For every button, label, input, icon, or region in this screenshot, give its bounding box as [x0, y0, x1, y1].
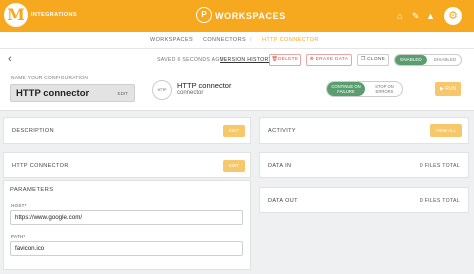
- delete-button[interactable]: 🗑DELETE: [269, 54, 301, 66]
- host-field[interactable]: https://www.google.com/: [10, 210, 243, 225]
- breadcrumb-separator: /: [191, 37, 193, 43]
- breadcrumb: WORKSPACES / CONNECTORS / HTTP CONNECTOR: [0, 32, 474, 49]
- connector-title: HTTP connector: [177, 81, 232, 90]
- parameters-panel: [3, 180, 251, 270]
- settings-icon[interactable]: ⚙: [444, 7, 462, 25]
- data-in-count: 0 FILES TOTAL: [419, 163, 460, 169]
- enabled-toggle[interactable]: ENABLED DISABLED: [394, 54, 462, 66]
- app-logo[interactable]: M: [4, 3, 28, 27]
- edit-name-button[interactable]: EDIT: [118, 91, 128, 96]
- configuration-name-value: HTTP connector: [16, 88, 90, 99]
- configuration-name-label: NAME YOUR CONFIGURATION: [11, 76, 89, 81]
- workspaces-title[interactable]: WORKSPACES: [215, 11, 286, 21]
- connector-logo: HTTP: [152, 80, 172, 100]
- data-out-title: DATA OUT: [268, 198, 298, 204]
- clone-button[interactable]: ❐ CLONE: [357, 54, 389, 66]
- breadcrumb-separator: /: [250, 37, 252, 43]
- data-out-count: 0 FILES TOTAL: [419, 198, 460, 204]
- breadcrumb-connectors[interactable]: CONNECTORS: [203, 37, 246, 43]
- http-connector-panel: HTTP CONNECTOR EDIT: [3, 152, 251, 178]
- description-panel: DESCRIPTION EDIT: [3, 117, 251, 144]
- app-name: INTEGRATIONS: [31, 12, 77, 18]
- description-title: DESCRIPTION: [12, 128, 54, 134]
- version-history-link[interactable]: VERSION HISTORY: [220, 57, 272, 63]
- view-all-button[interactable]: VIEW ALL: [430, 124, 462, 137]
- saved-status: SAVED 6 SECONDS AGO: [157, 57, 225, 63]
- configuration-bar: NAME YOUR CONFIGURATION HTTP connector E…: [0, 71, 474, 111]
- enabled-option[interactable]: ENABLED: [395, 55, 427, 65]
- bell-icon[interactable]: ▲: [426, 11, 435, 21]
- breadcrumb-workspaces[interactable]: WORKSPACES: [150, 37, 193, 43]
- back-icon[interactable]: ‹: [8, 53, 12, 65]
- parameters-title: PARAMETERS: [10, 187, 54, 193]
- activity-panel: ACTIVITY VIEW ALL: [259, 117, 469, 144]
- http-connector-edit-button[interactable]: EDIT: [223, 160, 245, 172]
- activity-title: ACTIVITY: [268, 128, 296, 134]
- failure-mode-toggle[interactable]: CONTINUE ON FAILURE STOP ON ERRORS: [326, 81, 403, 97]
- connector-subtitle: connector: [177, 90, 204, 96]
- toolbar: ‹ SAVED 6 SECONDS AGO VERSION HISTORY 🗑D…: [0, 49, 474, 71]
- top-header: M INTEGRATIONS P WORKSPACES ⌂ ✎ ▲ ⚙: [0, 0, 474, 32]
- host-label: HOST*: [11, 203, 27, 208]
- home-icon[interactable]: ⌂: [397, 11, 402, 21]
- http-connector-title: HTTP CONNECTOR: [12, 163, 69, 169]
- configuration-name-field[interactable]: HTTP connector EDIT: [10, 84, 135, 102]
- run-button[interactable]: ▶ RUN: [435, 82, 461, 96]
- data-in-panel: DATA IN 0 FILES TOTAL: [259, 152, 469, 178]
- path-label: PATH*: [11, 234, 26, 239]
- wrench-icon[interactable]: ✎: [412, 11, 420, 21]
- stop-on-errors-option[interactable]: STOP ON ERRORS: [367, 82, 402, 96]
- breadcrumb-http-connector: HTTP CONNECTOR: [262, 37, 319, 43]
- disabled-option[interactable]: DISABLED: [430, 55, 460, 65]
- erase-data-button[interactable]: ⊗ ERASE DATA: [306, 54, 352, 66]
- data-out-panel: DATA OUT 0 FILES TOTAL: [259, 187, 469, 213]
- workspace-icon[interactable]: P: [196, 7, 212, 23]
- continue-on-failure-option[interactable]: CONTINUE ON FAILURE: [327, 82, 365, 96]
- data-in-title: DATA IN: [268, 163, 292, 169]
- description-edit-button[interactable]: EDIT: [223, 125, 245, 137]
- path-field[interactable]: favicon.ico: [10, 241, 243, 256]
